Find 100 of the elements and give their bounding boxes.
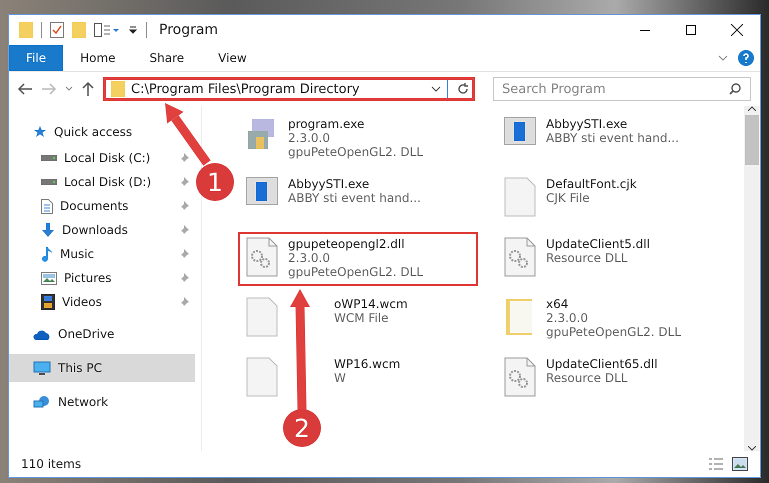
scroll-down-icon[interactable] — [748, 446, 756, 451]
sidebar-label: Downloads — [62, 223, 129, 237]
view-options-icon[interactable] — [94, 23, 120, 37]
file-name: AbbyySTI.exe — [288, 177, 370, 191]
item-count: 110 items — [21, 457, 82, 471]
sidebar-item[interactable]: Documents — [9, 194, 195, 218]
details-view-icon[interactable] — [708, 457, 724, 471]
sidebar-label: Music — [60, 247, 96, 261]
file-detail: WCM File — [334, 311, 390, 325]
sidebar-item[interactable]: Local Disk (C:) — [9, 146, 195, 170]
file-name: gpupeteopengl2.dll — [288, 237, 406, 251]
network-icon — [33, 394, 51, 410]
ribbon-tab[interactable]: Home — [63, 45, 133, 71]
file-item[interactable]: gpupeteopengl2.dll 2.3.0.0 gpuPeteOpenGL2. DLL — [238, 232, 478, 286]
window-icon — [504, 117, 536, 145]
pictures-icon — [41, 272, 57, 284]
gears-file-icon — [504, 237, 536, 277]
file-name: DefaultFont.cjk — [546, 177, 637, 191]
file-detail: Resource DLL — [546, 251, 628, 265]
scroll-thumb[interactable] — [745, 115, 759, 165]
file-name: UpdateClient5.dll — [546, 237, 650, 251]
blank-file-icon — [246, 297, 278, 337]
sidebar-item[interactable]: Quick access — [9, 118, 138, 146]
file-item[interactable]: oWP14.wcm WCM File — [238, 292, 478, 346]
sidebar-label: Network — [58, 395, 108, 409]
file-detail: 2.3.0.0 — [288, 251, 331, 265]
file-item[interactable]: program.exe 2.3.0.0 gpuPeteOpenGL2. DLL — [238, 112, 478, 166]
scrollbar[interactable] — [744, 106, 760, 451]
sidebar-item[interactable]: Music — [9, 242, 195, 266]
sidebar-item[interactable]: Downloads — [9, 218, 195, 242]
sidebar-item[interactable]: Network — [9, 388, 114, 416]
sidebar-label: Videos — [62, 295, 103, 309]
dropdown-icon[interactable] — [431, 85, 441, 93]
sidebar-item[interactable]: This PC — [9, 354, 195, 382]
ribbon-tab[interactable]: File — [9, 45, 64, 71]
ribbon-tab[interactable]: Share — [132, 45, 202, 71]
maximize-icon — [686, 25, 696, 35]
file-name: AbbyySTI.exe — [546, 117, 628, 131]
folder-icon — [19, 22, 33, 38]
file-name: program.exe — [288, 117, 366, 131]
sidebar-item[interactable]: Local Disk (D:) — [9, 170, 195, 194]
file-item[interactable]: WP16.wcm W — [238, 352, 478, 406]
file-detail: gpuPeteOpenGL2. DLL — [288, 265, 424, 279]
address-path: C:\Program Files\Program Directory — [131, 82, 361, 96]
blank-file-icon — [246, 357, 278, 397]
file-item[interactable]: UpdateClient65.dll Resource DLL — [496, 352, 736, 406]
file-name: oWP14.wcm — [334, 297, 408, 311]
properties-icon[interactable] — [50, 22, 64, 38]
large-icons-view-icon[interactable] — [732, 457, 748, 471]
file-name: WP16.wcm — [334, 357, 400, 371]
scroll-up-icon[interactable] — [748, 106, 756, 111]
file-detail: ABBY sti event hand... — [288, 191, 421, 205]
search-field[interactable]: Search Program — [493, 77, 751, 101]
monitor-icon — [33, 360, 51, 376]
sidebar-item[interactable]: OneDrive — [9, 320, 120, 348]
file-detail: W — [334, 371, 347, 385]
pin-icon — [179, 297, 189, 307]
window-title: Program — [159, 22, 218, 38]
dropdown-icon[interactable] — [128, 25, 138, 35]
sidebar-item[interactable]: Videos — [9, 290, 195, 314]
folder-icon — [111, 81, 125, 97]
file-detail: ABBY sti event hand... — [546, 131, 679, 145]
up-icon[interactable] — [81, 81, 95, 97]
file-detail: Resource DLL — [546, 371, 628, 385]
file-detail: 2.3.0.0 — [288, 131, 331, 145]
file-item[interactable]: UpdateClient5.dll Resource DLL — [496, 232, 736, 286]
pin-icon — [179, 177, 189, 187]
sidebar-label: Quick access — [54, 125, 132, 139]
pin-icon — [179, 225, 189, 235]
window-icon — [246, 177, 278, 205]
ribbon-tab[interactable]: View — [201, 45, 264, 71]
blank-file-icon — [504, 177, 536, 217]
drive-icon — [41, 155, 57, 161]
file-detail: gpuPeteOpenGL2. DLL — [546, 325, 682, 339]
close-icon — [731, 24, 743, 36]
file-item[interactable]: AbbyySTI.exe ABBY sti event hand... — [496, 112, 736, 166]
pin-icon — [179, 153, 189, 163]
help-icon[interactable] — [738, 50, 754, 66]
pin-icon — [179, 201, 189, 211]
film-icon — [41, 294, 55, 310]
address-bar[interactable]: C:\Program Files\Program Directory — [103, 77, 475, 101]
sidebar-label: Documents — [60, 199, 130, 213]
step-number: 2 — [294, 414, 310, 443]
file-item[interactable]: x64 2.3.0.0 gpuPeteOpenGL2. DLL — [496, 292, 736, 346]
music-note-icon — [41, 246, 53, 262]
file-item[interactable]: AbbyySTI.exe ABBY sti event hand... — [238, 172, 478, 226]
file-item[interactable]: DefaultFont.cjk CJK File — [496, 172, 736, 226]
gears-file-icon — [246, 237, 278, 277]
document-icon — [41, 198, 53, 214]
recent-dropdown-icon[interactable] — [65, 86, 73, 92]
back-icon[interactable] — [17, 82, 33, 96]
gears-file-icon — [504, 357, 536, 397]
download-icon — [41, 222, 55, 238]
cloud-icon — [33, 328, 51, 340]
sidebar-item[interactable]: Pictures — [9, 266, 195, 290]
pin-icon — [179, 273, 189, 283]
chevron-icon[interactable] — [718, 54, 728, 62]
pin-icon — [179, 249, 189, 259]
sidebar-label: OneDrive — [58, 327, 114, 341]
sidebar-label: Local Disk (C:) — [64, 151, 152, 165]
